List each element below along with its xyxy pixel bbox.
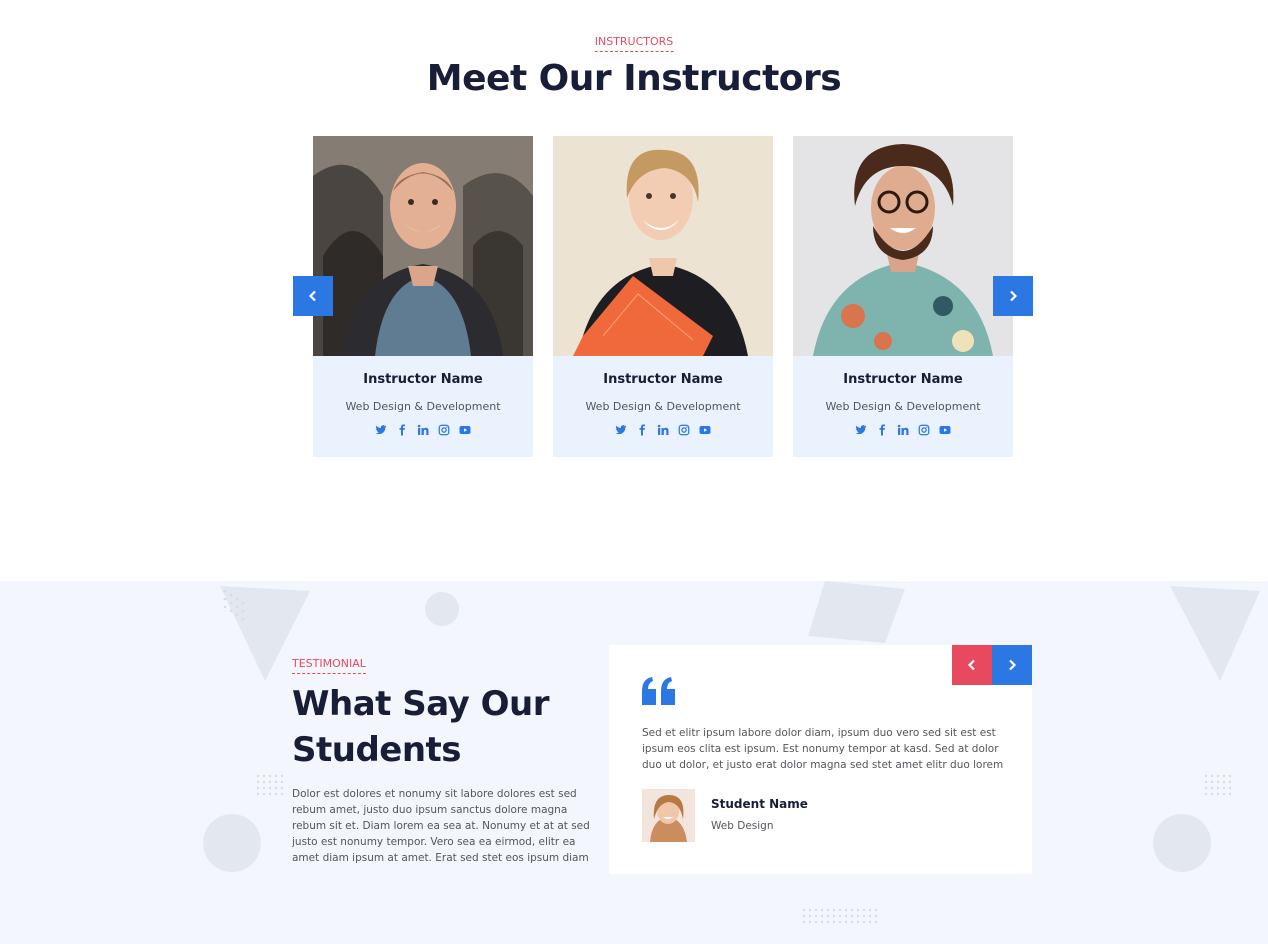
social-links: [793, 423, 1013, 436]
instructor-photo: [793, 136, 1013, 356]
instructor-name: Instructor Name: [603, 372, 723, 387]
instructor-name: Instructor Name: [363, 372, 483, 387]
facebook-icon[interactable]: [396, 423, 409, 436]
chevron-left-icon: [308, 290, 316, 302]
instagram-icon[interactable]: [918, 423, 931, 436]
testimonial-next-button[interactable]: [992, 645, 1032, 685]
decorative-circle: [203, 814, 261, 872]
testimonial-quote: Sed et elitr ipsum labore dolor diam, ip…: [642, 727, 1004, 771]
linkedin-icon[interactable]: [417, 423, 430, 436]
quote-left-icon: [642, 677, 675, 705]
decorative-dots: [1204, 774, 1232, 796]
decorative-dots: [802, 908, 878, 924]
chevron-left-icon: [967, 659, 975, 671]
linkedin-icon[interactable]: [657, 423, 670, 436]
youtube-icon[interactable]: [939, 423, 952, 436]
testimonial-description: Dolor est dolores et nonumy sit labore d…: [292, 788, 590, 864]
testimonial-prev-button[interactable]: [952, 645, 992, 685]
decorative-shape: [220, 586, 310, 681]
instructor-name: Instructor Name: [843, 372, 963, 387]
student-avatar: [642, 789, 695, 842]
instagram-icon[interactable]: [678, 423, 691, 436]
facebook-icon[interactable]: [636, 423, 649, 436]
student-name: Student Name: [711, 797, 808, 811]
decorative-shape: [808, 581, 905, 643]
youtube-icon[interactable]: [459, 423, 472, 436]
instructors-next-button[interactable]: [993, 276, 1033, 316]
testimonial-eyebrow: TESTIMONIAL: [292, 657, 366, 674]
instructor-card: Instructor Name Web Design & Development: [793, 136, 1013, 457]
student-role: Web Design: [711, 820, 774, 832]
instructor-role: Web Design & Development: [585, 400, 741, 413]
decorative-circle: [425, 592, 459, 626]
instructors-prev-button[interactable]: [293, 276, 333, 316]
instructor-card: Instructor Name Web Design & Development: [313, 136, 533, 457]
instructors-title: Meet Our Instructors: [426, 58, 842, 99]
facebook-icon[interactable]: [876, 423, 889, 436]
instructor-role: Web Design & Development: [825, 400, 981, 413]
decorative-circle: [1153, 814, 1211, 872]
instructor-photo: [553, 136, 773, 356]
chevron-right-icon: [1010, 290, 1018, 302]
chevron-right-icon: [1009, 659, 1017, 671]
linkedin-icon[interactable]: [897, 423, 910, 436]
instructors-eyebrow: INSTRUCTORS: [594, 35, 674, 52]
decorative-shape: [1170, 586, 1260, 681]
instructor-photo: [313, 136, 533, 356]
social-links: [553, 423, 773, 436]
twitter-icon[interactable]: [855, 423, 868, 436]
twitter-icon[interactable]: [375, 423, 388, 436]
twitter-icon[interactable]: [615, 423, 628, 436]
testimonial-title-line2: Students: [292, 730, 462, 770]
instructor-role: Web Design & Development: [345, 400, 501, 413]
social-links: [313, 423, 533, 436]
instagram-icon[interactable]: [438, 423, 451, 436]
youtube-icon[interactable]: [699, 423, 712, 436]
testimonial-title: What Say Our Students: [292, 681, 592, 773]
testimonial-section: TESTIMONIAL What Say Our Students Dolor …: [0, 581, 1268, 944]
testimonial-title-line1: What Say Our: [292, 684, 550, 724]
decorative-dots: [256, 774, 284, 796]
instructors-section: INSTRUCTORS Meet Our Instructors Instruc…: [0, 0, 1268, 581]
instructor-card: Instructor Name Web Design & Development: [553, 136, 773, 457]
